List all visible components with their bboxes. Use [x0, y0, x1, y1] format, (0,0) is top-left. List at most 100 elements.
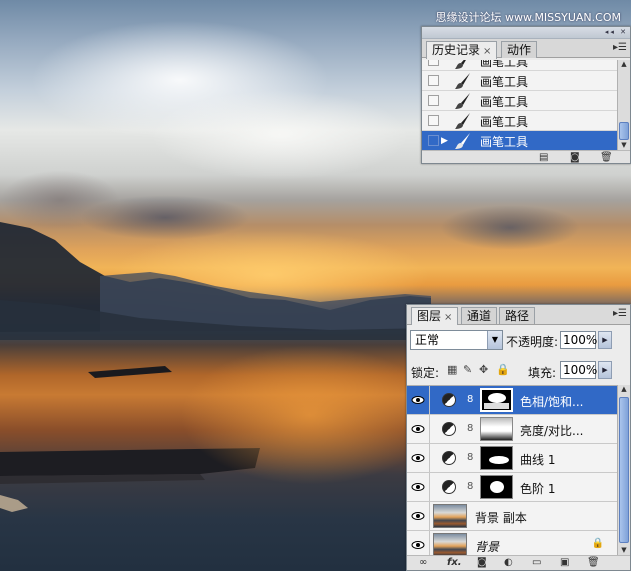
layer-row-curves[interactable]: 8 曲线 1: [407, 444, 618, 473]
link-icon[interactable]: ∞: [419, 557, 427, 568]
tab-history[interactable]: 历史记录 ×: [426, 41, 498, 59]
eye-icon[interactable]: [410, 392, 426, 408]
blend-mode-select[interactable]: 正常 ▼: [410, 330, 503, 350]
history-toolbar: ▤ ◙ 🗑: [422, 150, 630, 163]
trash-icon[interactable]: 🗑: [600, 152, 613, 163]
tab-label: 图层: [417, 309, 442, 323]
lock-position-icon[interactable]: ✥: [479, 363, 488, 376]
opacity-slider-button[interactable]: ▶: [598, 331, 612, 349]
trash-icon[interactable]: 🗑: [587, 557, 600, 568]
layer-name: 色相/饱和...: [520, 395, 584, 409]
brush-icon: [455, 133, 470, 149]
eye-icon[interactable]: [410, 508, 426, 524]
link-icon[interactable]: 8: [467, 481, 473, 492]
close-icon[interactable]: ×: [444, 312, 452, 323]
panel-menu-icon[interactable]: ▸☰: [613, 42, 627, 53]
fill-slider-button[interactable]: ▶: [598, 361, 612, 379]
layer-row-levels[interactable]: 8 色阶 1: [407, 473, 618, 502]
new-document-icon[interactable]: ▤: [539, 152, 548, 163]
watermark: 思缘设计论坛 www.MISSYUAN.COM: [435, 11, 621, 24]
folder-icon[interactable]: ▭: [532, 557, 541, 568]
history-item[interactable]: 画笔工具: [422, 60, 618, 71]
history-item[interactable]: 画笔工具: [422, 111, 618, 131]
tab-layers[interactable]: 图层 ×: [411, 307, 459, 325]
divider: [429, 444, 430, 472]
close-icon[interactable]: ×: [483, 46, 491, 57]
lock-transparency-icon[interactable]: ▦: [447, 363, 457, 376]
layers-scrollbar[interactable]: ▲ ▼: [617, 385, 630, 557]
tab-label: 历史记录: [432, 43, 481, 57]
scroll-up-icon[interactable]: ▲: [618, 385, 630, 396]
tab-channels[interactable]: 通道: [461, 307, 498, 324]
adjustment-icon[interactable]: ◐: [504, 557, 513, 568]
lock-pixels-icon[interactable]: ✎: [463, 363, 472, 376]
layer-mask-thumbnail[interactable]: [480, 388, 513, 412]
history-item-label: 画笔工具: [480, 75, 529, 89]
link-icon[interactable]: 8: [467, 423, 473, 434]
fx-icon[interactable]: fx.: [447, 557, 462, 568]
snapshot-checkbox[interactable]: [428, 60, 439, 66]
tab-label: 路径: [505, 309, 530, 323]
scroll-thumb[interactable]: [619, 122, 629, 140]
camera-icon[interactable]: ◙: [570, 152, 580, 163]
layer-row-background-copy[interactable]: 背景 副本: [407, 502, 618, 531]
lock-all-icon[interactable]: 🔒: [496, 363, 510, 376]
fill-field[interactable]: 100%: [560, 361, 597, 379]
snapshot-checkbox[interactable]: [428, 75, 439, 86]
snapshot-checkbox[interactable]: [428, 115, 439, 126]
panel-menu-icon[interactable]: ▸☰: [613, 308, 627, 319]
layer-name: 亮度/对比...: [520, 424, 584, 438]
new-layer-icon[interactable]: ▣: [560, 557, 569, 568]
tab-label: 动作: [507, 43, 532, 57]
adjustment-layer-icon[interactable]: [442, 422, 456, 436]
eye-icon[interactable]: [410, 450, 426, 466]
history-tabs: 历史记录 × 动作 ▸☰: [422, 39, 630, 59]
scroll-thumb[interactable]: [619, 397, 629, 543]
history-panel: ◂◂ ✕ 历史记录 × 动作 ▸☰ 画笔工具 画笔工具 画笔工具 画笔工具 ▶ …: [421, 26, 631, 164]
layer-mask-thumbnail[interactable]: [480, 446, 513, 470]
layers-toolbar: ∞ fx. ◙ ◐ ▭ ▣ 🗑: [407, 555, 630, 570]
adjustment-layer-icon[interactable]: [442, 451, 456, 465]
blend-mode-value: 正常: [415, 333, 440, 347]
scroll-up-icon[interactable]: ▲: [618, 60, 630, 71]
layer-mask-thumbnail[interactable]: [480, 417, 513, 441]
layer-list: 8 色相/饱和... 8 亮度/对比... 8 曲线 1 8 色阶 1 背景 副…: [407, 385, 618, 560]
lock-label: 锁定:: [411, 366, 440, 380]
eye-icon[interactable]: [410, 479, 426, 495]
mask-shape: [484, 393, 509, 409]
history-list: 画笔工具 画笔工具 画笔工具 画笔工具 ▶ 画笔工具: [422, 60, 618, 152]
panel-titlebar[interactable]: ◂◂ ✕: [422, 27, 630, 39]
history-item[interactable]: 画笔工具: [422, 91, 618, 111]
opacity-field[interactable]: 100%: [560, 331, 597, 349]
adjustment-layer-icon[interactable]: [442, 393, 456, 407]
history-scrollbar[interactable]: ▲ ▼: [617, 60, 630, 152]
panel-collapse-icon[interactable]: ◂◂ ✕: [605, 28, 628, 36]
eye-icon[interactable]: [410, 421, 426, 437]
layer-thumbnail[interactable]: [433, 533, 467, 557]
history-item-selected[interactable]: ▶ 画笔工具: [422, 131, 618, 151]
water-reflection: [180, 345, 440, 485]
layer-mask-thumbnail[interactable]: [480, 475, 513, 499]
brush-icon: [455, 113, 470, 129]
divider: [429, 473, 430, 501]
link-icon[interactable]: 8: [467, 452, 473, 463]
history-item-label: 画笔工具: [480, 135, 529, 149]
tab-actions[interactable]: 动作: [501, 41, 538, 58]
layer-row-hue-saturation[interactable]: 8 色相/饱和...: [407, 386, 618, 415]
adjustment-layer-icon[interactable]: [442, 480, 456, 494]
tab-paths[interactable]: 路径: [499, 307, 536, 324]
mask-shape: [490, 481, 504, 493]
chevron-down-icon[interactable]: ▼: [487, 331, 502, 349]
layer-name: 背景 副本: [475, 511, 527, 525]
layer-name: 背景: [475, 540, 500, 554]
history-state-arrow-icon: ▶: [441, 136, 448, 146]
history-item-label: 画笔工具: [480, 60, 529, 69]
layer-row-brightness-contrast[interactable]: 8 亮度/对比...: [407, 415, 618, 444]
link-icon[interactable]: 8: [467, 394, 473, 405]
layer-thumbnail[interactable]: [433, 504, 467, 528]
eye-icon[interactable]: [410, 537, 426, 553]
snapshot-checkbox[interactable]: [428, 95, 439, 106]
mask-icon[interactable]: ◙: [477, 557, 487, 568]
history-item[interactable]: 画笔工具: [422, 71, 618, 91]
snapshot-checkbox[interactable]: [428, 135, 439, 146]
